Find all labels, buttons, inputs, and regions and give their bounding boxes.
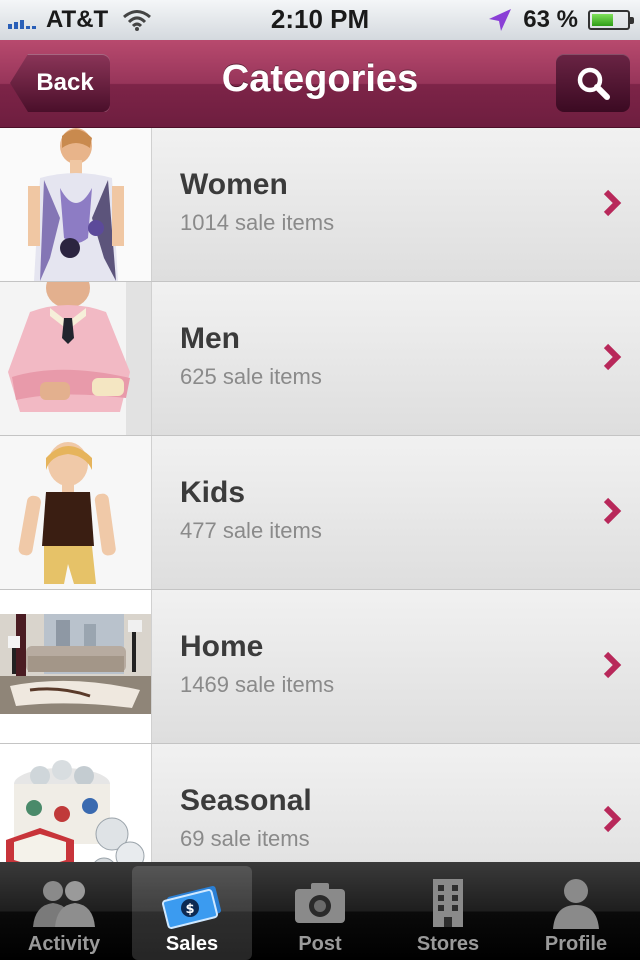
category-name: Women [180,168,288,201]
battery-fill [592,14,614,26]
battery-percent: 63 % [523,6,578,33]
kids-photo [0,436,152,589]
category-count: 69 sale items [180,826,310,851]
seasonal-ornaments-photo [0,744,152,862]
category-list: Women 1014 sale items Men 625 sale items [0,128,640,862]
tab-label: Profile [544,933,608,955]
tab-sales[interactable]: $ Sales [132,866,252,960]
category-name: Home [180,630,264,663]
page-title: Categories [221,58,419,100]
category-name: Kids [180,476,246,509]
tab-label: Post [298,933,342,955]
chevron-right-icon [603,189,622,217]
tab-profile[interactable]: Profile [516,866,636,960]
tab-stores[interactable]: Stores [388,866,508,960]
category-name: Men [180,322,240,355]
tab-label: Stores [416,933,480,955]
category-count: 1014 sale items [180,210,335,235]
category-text: Home 1469 sale items [152,590,640,743]
search-button[interactable] [556,54,630,112]
home-living-room-photo [0,590,152,743]
category-row-women[interactable]: Women 1014 sale items [0,128,640,282]
chevron-right-icon [603,805,622,833]
women-dress-photo [0,128,152,281]
location-arrow-icon [489,9,512,31]
category-text: Seasonal 69 sale items [152,744,640,862]
category-text: Kids 477 sale items [152,436,640,589]
chevron-right-icon [603,343,622,371]
category-row-kids[interactable]: Kids 477 sale items [0,436,640,590]
building-icon [433,879,463,927]
svg-text:$: $ [185,902,194,917]
category-count: 625 sale items [180,364,322,389]
battery-icon [588,10,634,30]
men-sweater-photo [0,282,152,435]
category-row-home[interactable]: Home 1469 sale items [0,590,640,744]
tab-activity[interactable]: Activity [4,866,124,960]
status-bar: AT&T 2:10 PM 63 % [0,0,640,40]
category-row-seasonal[interactable]: Seasonal 69 sale items [0,744,640,862]
status-right: 63 % [487,0,634,40]
navigation-bar: Back Categories [0,40,640,128]
tab-post[interactable]: Post [260,866,380,960]
category-row-men[interactable]: Men 625 sale items [0,282,640,436]
person-icon [553,879,599,929]
tab-label: Sales [165,933,219,955]
chevron-right-icon [603,497,622,525]
tab-bar: Activity $ Sales Post Stores Profile [0,862,640,960]
category-count: 477 sale items [180,518,322,543]
camera-icon [295,883,345,923]
category-text: Women 1014 sale items [152,128,640,281]
money-icon: $ [161,886,222,929]
chevron-right-icon [603,651,622,679]
category-text: Men 625 sale items [152,282,640,435]
search-icon [577,67,610,100]
category-name: Seasonal [180,784,312,817]
category-count: 1469 sale items [180,672,335,697]
people-icon [33,881,95,927]
tab-label: Activity [27,933,101,955]
